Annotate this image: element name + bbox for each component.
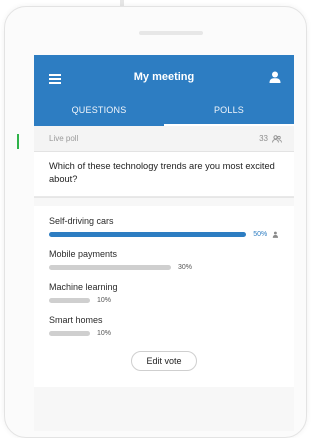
option-bar <box>49 232 247 237</box>
option-bar-row: 10% <box>49 330 279 337</box>
option-label: Machine learning <box>49 282 118 292</box>
poll-card: Live poll 33 Which of these technology t… <box>34 126 294 198</box>
option-percent: 10% <box>97 330 112 337</box>
edit-vote-button[interactable]: Edit vote <box>131 351 197 371</box>
side-indicator <box>17 134 19 149</box>
app-screen: My meeting QUESTIONS POLLS Live poll 33 <box>34 55 294 431</box>
option-bar-row: 50% <box>49 231 279 238</box>
person-icon[interactable] <box>268 70 282 84</box>
poll-option: Self-driving cars 50% <box>49 216 279 238</box>
poll-option: Mobile payments 30% <box>49 249 279 271</box>
tab-polls[interactable]: POLLS <box>164 98 294 126</box>
poll-question: Which of these technology trends are you… <box>34 152 294 197</box>
option-label: Self-driving cars <box>49 216 114 226</box>
tab-questions[interactable]: QUESTIONS <box>34 98 164 126</box>
participant-count: 33 <box>259 134 282 143</box>
option-bar <box>49 265 171 270</box>
participants-icon <box>272 134 282 143</box>
option-bar-row: 30% <box>49 264 279 271</box>
option-bar <box>49 298 90 303</box>
option-label: Smart homes <box>49 315 103 325</box>
phone-frame: My meeting QUESTIONS POLLS Live poll 33 <box>4 6 307 438</box>
poll-option: Smart homes 10% <box>49 315 279 337</box>
participant-count-value: 33 <box>259 134 268 143</box>
option-percent: 50% <box>253 231 268 238</box>
option-bar-row: 10% <box>49 297 279 304</box>
live-poll-label: Live poll <box>49 134 79 143</box>
voter-icon <box>272 231 279 238</box>
tab-bar: QUESTIONS POLLS <box>34 98 294 126</box>
app-bar: My meeting QUESTIONS POLLS <box>34 55 294 126</box>
option-label: Mobile payments <box>49 249 118 259</box>
live-poll-header: Live poll 33 <box>34 126 294 152</box>
phone-speaker <box>139 31 203 35</box>
option-percent: 10% <box>97 297 112 304</box>
option-bar <box>49 331 90 336</box>
poll-option: Machine learning 10% <box>49 282 279 304</box>
option-percent: 30% <box>178 264 193 271</box>
poll-results: Self-driving cars 50% Mobile payments 30… <box>34 206 294 387</box>
page-title: My meeting <box>133 71 195 83</box>
